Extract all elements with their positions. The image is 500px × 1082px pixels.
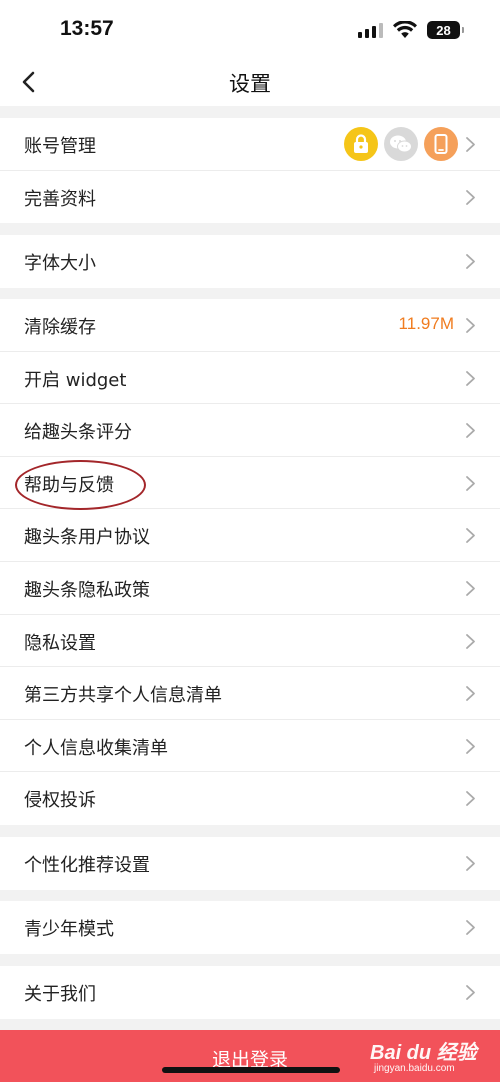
cache-size: 11.97M: [398, 314, 454, 333]
status-time: 13:57: [60, 17, 114, 40]
settings-row-youth-mode[interactable]: 青少年模式: [0, 901, 500, 954]
row-label: 个人信息收集清单: [24, 737, 168, 759]
row-label: 趣头条用户协议: [24, 527, 150, 549]
chevron-right-icon: [466, 791, 475, 807]
settings-row-complete-profile[interactable]: 完善资料: [0, 171, 500, 224]
row-label: 青少年模式: [24, 919, 114, 940]
battery-icon: 28: [427, 21, 464, 39]
row-label: 个性化推荐设置: [24, 855, 150, 876]
status-icons: 28: [358, 20, 464, 40]
settings-row-privacy-policy[interactable]: 趣头条隐私政策: [0, 562, 500, 615]
settings-row-help-feedback[interactable]: 帮助与反馈: [0, 457, 500, 510]
section-about: 关于我们: [0, 966, 500, 1019]
bound-accounts: [344, 127, 458, 161]
chevron-right-icon: [466, 423, 475, 439]
chevron-right-icon: [466, 633, 475, 649]
chevron-right-icon: [466, 137, 475, 152]
settings-row-clear-cache[interactable]: 清除缓存 11.97M: [0, 299, 500, 352]
section-recommendation: 个性化推荐设置: [0, 837, 500, 890]
chevron-right-icon: [466, 856, 475, 871]
settings-row-infringement-complaint[interactable]: 侵权投诉: [0, 772, 500, 825]
chevron-right-icon: [466, 738, 475, 754]
chevron-right-icon: [466, 475, 475, 491]
phone-icon: [424, 127, 458, 161]
chevron-right-icon: [466, 920, 475, 935]
chevron-right-icon: [466, 528, 475, 544]
home-indicator: [162, 1067, 340, 1073]
settings-row-font-size[interactable]: 字体大小: [0, 235, 500, 288]
row-label: 账号管理: [24, 136, 96, 157]
row-label: 开启 widget: [24, 369, 127, 391]
status-bar: 13:57 28: [0, 0, 500, 58]
chevron-right-icon: [466, 985, 475, 1000]
cellular-signal-icon: [358, 22, 383, 38]
page-title: 设置: [229, 72, 271, 96]
row-label: 侵权投诉: [24, 790, 96, 812]
row-label: 隐私设置: [24, 632, 96, 654]
section-font: 字体大小: [0, 235, 500, 288]
section-general: 清除缓存 11.97M 开启 widget 给趣头条评分 帮助与反馈 趣头条用户…: [0, 299, 500, 825]
row-label: 第三方共享个人信息清单: [24, 685, 222, 707]
settings-row-account-management[interactable]: 账号管理: [0, 118, 500, 171]
row-label: 关于我们: [24, 984, 96, 1005]
row-label: 清除缓存: [24, 317, 96, 338]
settings-row-third-party-sharing[interactable]: 第三方共享个人信息清单: [0, 667, 500, 720]
row-label: 给趣头条评分: [24, 422, 132, 444]
chevron-right-icon: [466, 318, 475, 333]
section-account: 账号管理 完善资料: [0, 118, 500, 224]
row-label: 完善资料: [24, 188, 96, 210]
settings-row-user-agreement[interactable]: 趣头条用户协议: [0, 509, 500, 562]
watermark-brand: Bai du 经验: [370, 1042, 477, 1064]
chevron-right-icon: [466, 370, 475, 386]
settings-row-personalized-recommendation[interactable]: 个性化推荐设置: [0, 837, 500, 890]
section-youth: 青少年模式: [0, 901, 500, 954]
wechat-icon: [384, 127, 418, 161]
chevron-right-icon: [466, 686, 475, 702]
chevron-right-icon: [466, 254, 475, 269]
watermark-url: jingyan.baidu.com: [374, 1063, 455, 1074]
lock-icon: [344, 127, 378, 161]
nav-bar: 设置: [0, 58, 500, 106]
battery-level: 28: [436, 22, 451, 38]
settings-row-enable-widget[interactable]: 开启 widget: [0, 352, 500, 405]
wifi-icon: [393, 21, 417, 38]
row-label: 字体大小: [24, 253, 96, 274]
baidu-jingyan-watermark: Bai du 经验 jingyan.baidu.com: [370, 1036, 490, 1078]
settings-row-privacy-settings[interactable]: 隐私设置: [0, 615, 500, 668]
row-label: 帮助与反馈: [24, 474, 114, 496]
settings-row-about-us[interactable]: 关于我们: [0, 966, 500, 1019]
row-label: 趣头条隐私政策: [24, 579, 150, 601]
chevron-right-icon: [466, 581, 475, 596]
settings-row-rate-app[interactable]: 给趣头条评分: [0, 404, 500, 457]
chevron-right-icon: [466, 189, 475, 205]
settings-row-info-collection[interactable]: 个人信息收集清单: [0, 720, 500, 773]
